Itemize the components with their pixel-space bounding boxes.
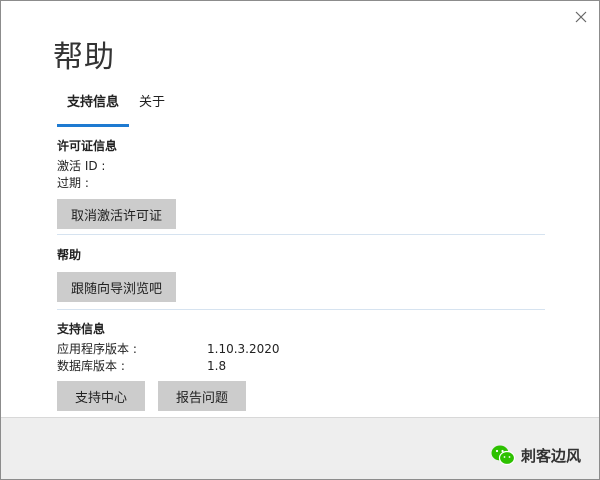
app-version-label: 应用程序版本 : (57, 342, 137, 356)
close-icon (575, 11, 587, 23)
divider (57, 309, 545, 310)
tab-support-info[interactable]: 支持信息 (57, 83, 130, 127)
support-buttons: 支持中心 报告问题 (57, 381, 545, 411)
app-version-value: 1.10.3.2020 (207, 342, 280, 356)
brand-watermark: 刺客边风 (491, 444, 581, 466)
license-title: 许可证信息 (57, 139, 118, 153)
app-version-row: 应用程序版本 : 1.10.3.2020 (57, 341, 545, 358)
support-title: 支持信息 (57, 322, 106, 336)
brand-text: 刺客边风 (520, 446, 581, 465)
expiry-label: 过期 : (57, 176, 89, 190)
license-section: 许可证信息 激活 ID : 过期 : 取消激活许可证 (57, 137, 545, 229)
dialog-footer: 刺客边风 (1, 417, 599, 479)
divider (57, 234, 545, 235)
guided-tour-button[interactable]: 跟随向导浏览吧 (57, 272, 177, 302)
activation-id-label: 激活 ID : (57, 159, 106, 173)
tab-bar: 支持信息 关于 (57, 83, 175, 127)
help-title: 帮助 (57, 248, 82, 262)
db-version-value: 1.8 (207, 359, 227, 373)
help-section: 帮助 跟随向导浏览吧 (57, 246, 545, 302)
deactivate-license-button[interactable]: 取消激活许可证 (57, 199, 177, 229)
support-section: 支持信息 应用程序版本 : 1.10.3.2020 数据库版本 : 1.8 支持… (57, 320, 545, 411)
dialog-title: 帮助 (53, 40, 115, 75)
support-center-button[interactable]: 支持中心 (57, 381, 145, 411)
tab-about[interactable]: 关于 (129, 83, 175, 127)
report-issue-button[interactable]: 报告问题 (158, 381, 246, 411)
db-version-label: 数据库版本 : (57, 359, 125, 373)
close-button[interactable] (571, 7, 591, 27)
db-version-row: 数据库版本 : 1.8 (57, 358, 545, 375)
help-dialog: 帮助 支持信息 关于 许可证信息 激活 ID : 过期 : 取消激活许可证 帮助… (0, 0, 600, 480)
wechat-icon (491, 445, 515, 466)
